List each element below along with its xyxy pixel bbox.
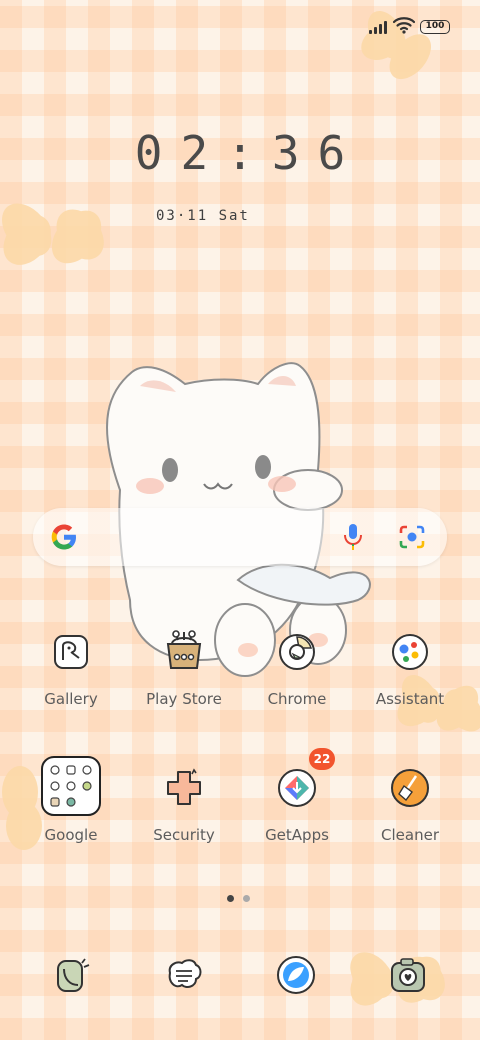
gallery-icon (47, 628, 95, 676)
folder-google[interactable]: Google (16, 756, 126, 844)
phone-icon (57, 958, 90, 992)
page-dot[interactable] (243, 895, 250, 902)
google-g-icon (51, 524, 76, 550)
getapps-icon: 22 (273, 748, 335, 812)
page-indicator[interactable] (227, 895, 250, 902)
app-getapps[interactable]: 22 GetApps (242, 748, 352, 844)
play-store-basket-icon (160, 628, 208, 676)
app-security[interactable]: Security (129, 764, 239, 844)
google-search-bar[interactable] (33, 508, 447, 566)
dock-camera[interactable] (386, 953, 430, 997)
chrome-icon (273, 628, 321, 676)
app-gallery[interactable]: Gallery (16, 628, 126, 708)
clock-date[interactable]: 03·11 Sat (156, 208, 250, 224)
camera-icon (391, 958, 425, 992)
dock-messages[interactable] (162, 953, 206, 997)
app-label: Google (44, 826, 98, 844)
app-label: Assistant (375, 690, 445, 708)
assistant-icon (386, 628, 434, 676)
page-dot-active[interactable] (227, 895, 234, 902)
app-label: Chrome (267, 690, 327, 708)
browser-icon (277, 956, 315, 994)
wifi-icon (393, 17, 415, 34)
dock-browser[interactable] (274, 953, 318, 997)
app-label: Security (153, 826, 215, 844)
app-label: Cleaner (381, 826, 439, 844)
app-label: Gallery (44, 690, 98, 708)
clock-time[interactable]: 02:36 (0, 126, 480, 180)
status-bar: 100 (0, 0, 480, 56)
notification-badge: 22 (309, 748, 335, 770)
google-folder-icon (39, 754, 103, 818)
app-label: GetApps (265, 826, 329, 844)
cleaner-broom-icon (386, 764, 434, 812)
app-cleaner[interactable]: Cleaner (355, 764, 465, 844)
app-chrome[interactable]: Chrome (242, 628, 352, 708)
app-assistant[interactable]: Assistant (355, 628, 465, 708)
app-label: Play Store (146, 690, 222, 708)
messages-icon (168, 959, 202, 988)
security-icon (160, 764, 208, 812)
battery-icon: 100 (420, 20, 450, 34)
app-play-store[interactable]: Play Store (129, 628, 239, 708)
google-lens-icon[interactable] (399, 525, 425, 549)
dock-phone[interactable] (50, 953, 94, 997)
voice-search-mic-icon[interactable] (342, 523, 364, 551)
cellular-signal-icon (369, 20, 389, 34)
